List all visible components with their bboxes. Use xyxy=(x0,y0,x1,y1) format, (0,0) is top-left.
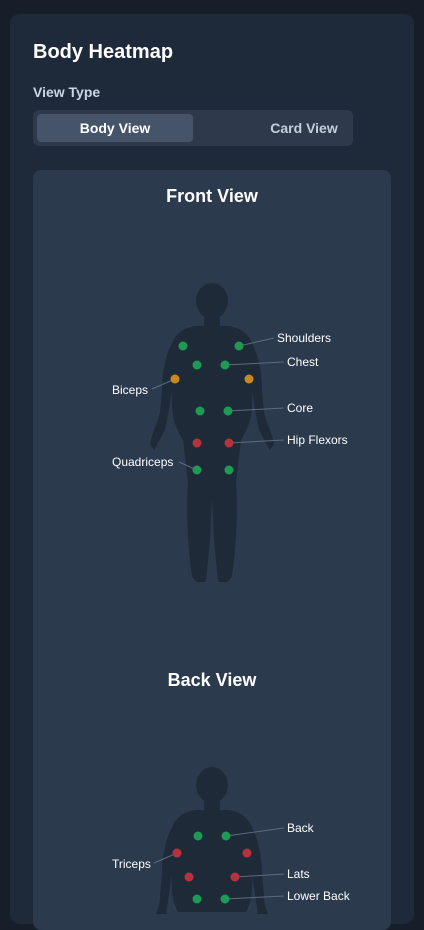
biceps-label: Biceps xyxy=(112,383,149,397)
biceps-left-dot[interactable] xyxy=(170,374,180,384)
hip-flexors-left-dot[interactable] xyxy=(192,438,202,448)
lats-label: Lats xyxy=(287,867,310,881)
lower-back-right-dot[interactable] xyxy=(220,894,230,904)
hip-flexors-label: Hip Flexors xyxy=(287,433,348,447)
chest-right-dot[interactable] xyxy=(220,360,230,370)
core-left-dot[interactable] xyxy=(195,406,205,416)
shoulders-label: Shoulders xyxy=(277,331,332,345)
chest-left-dot[interactable] xyxy=(192,360,202,370)
core-label: Core xyxy=(287,401,314,415)
triceps-left-dot[interactable] xyxy=(172,848,182,858)
body-figures xyxy=(150,283,285,914)
front-body-silhouette xyxy=(150,283,274,582)
lower-back-label: Lower Back xyxy=(287,889,350,903)
back-body-silhouette xyxy=(156,767,268,914)
quadriceps-label: Quadriceps xyxy=(112,455,174,469)
lats-left-dot[interactable] xyxy=(184,872,194,882)
lower-back-left-dot[interactable] xyxy=(192,894,202,904)
back-right-dot[interactable] xyxy=(221,831,231,841)
back-left-dot[interactable] xyxy=(193,831,203,841)
shoulders-right-dot[interactable] xyxy=(234,341,244,351)
chest-label: Chest xyxy=(287,355,319,369)
quadriceps-right-dot[interactable] xyxy=(224,465,234,475)
quadriceps-left-dot[interactable] xyxy=(192,465,202,475)
triceps-right-dot[interactable] xyxy=(242,848,252,858)
core-right-dot[interactable] xyxy=(223,406,233,416)
hip-flexors-right-dot[interactable] xyxy=(224,438,234,448)
shoulders-left-dot[interactable] xyxy=(178,341,188,351)
back-label: Back xyxy=(287,821,314,835)
triceps-label: Triceps xyxy=(112,857,151,871)
biceps-right-dot[interactable] xyxy=(244,374,254,384)
lats-right-dot[interactable] xyxy=(230,872,240,882)
